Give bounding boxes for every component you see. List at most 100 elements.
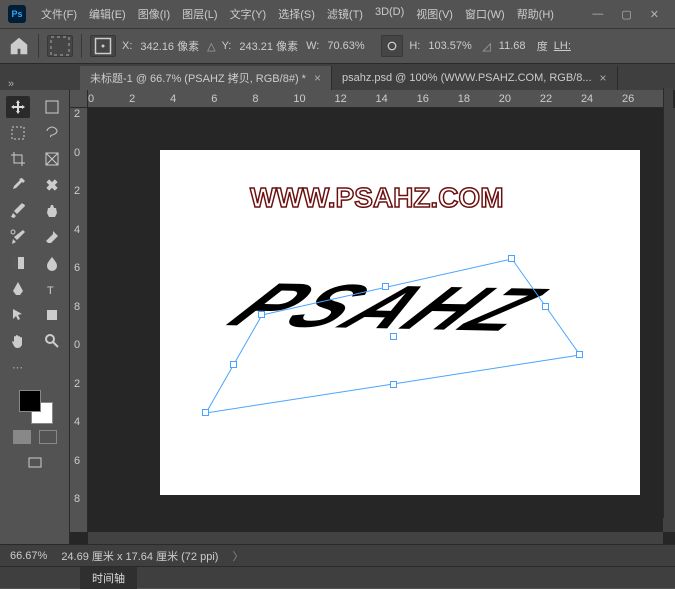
shape-tool[interactable] <box>40 304 64 326</box>
menu-layer[interactable]: 图层(L) <box>177 2 222 26</box>
menu-image[interactable]: 图像(I) <box>133 2 175 26</box>
panel-bar: 时间轴 <box>0 566 675 588</box>
h-label: H: <box>409 40 420 52</box>
tab-active[interactable]: 未标题-1 @ 66.7% (PSAHZ 拷贝, RGB/8#) * × <box>80 66 332 90</box>
transform-handle[interactable] <box>382 283 389 290</box>
zoom-level[interactable]: 66.67% <box>10 550 47 562</box>
transform-handle[interactable] <box>576 351 583 358</box>
transform-handle[interactable] <box>508 255 515 262</box>
zoom-tool[interactable] <box>40 330 64 352</box>
menu-file[interactable]: 文件(F) <box>36 2 82 26</box>
h-value[interactable]: 103.57% <box>426 38 476 54</box>
main-menu: 文件(F) 编辑(E) 图像(I) 图层(L) 文字(Y) 选择(S) 滤镜(T… <box>36 2 592 26</box>
y-value[interactable]: 243.21 像素 <box>237 36 300 56</box>
collapsed-panels[interactable] <box>663 88 673 518</box>
foreground-swatch[interactable] <box>19 390 41 412</box>
maximize-button[interactable]: ▢ <box>621 8 631 21</box>
transform-handle[interactable] <box>202 409 209 416</box>
chevron-right-icon[interactable]: 〉 <box>232 548 243 564</box>
close-icon[interactable]: × <box>600 71 607 85</box>
menu-filter[interactable]: 滤镜(T) <box>322 2 368 26</box>
tab-title: psahz.psd @ 100% (WWW.PSAHZ.COM, RGB/8..… <box>342 72 592 84</box>
angle-value[interactable]: 11.68 <box>497 38 531 54</box>
close-icon[interactable]: × <box>314 71 321 85</box>
ruler-tick: 6 <box>70 262 87 301</box>
app-icon: Ps <box>8 5 26 23</box>
y-label: Y: <box>222 40 232 52</box>
transform-selection[interactable]: PSAHZ <box>182 255 612 425</box>
ruler-tick: 6 <box>70 455 87 494</box>
document-dimensions[interactable]: 24.69 厘米 x 17.64 厘米 (72 ppi) <box>61 548 218 564</box>
tab-inactive[interactable]: psahz.psd @ 100% (WWW.PSAHZ.COM, RGB/8..… <box>332 66 618 90</box>
transform-handle[interactable] <box>542 303 549 310</box>
ruler-tick: 4 <box>70 224 87 263</box>
menu-type[interactable]: 文字(Y) <box>225 2 272 26</box>
transform-handle[interactable] <box>230 361 237 368</box>
frame-tool[interactable] <box>40 148 64 170</box>
quickmask-toggle[interactable] <box>0 430 69 444</box>
w-label: W: <box>306 40 319 52</box>
blur-tool[interactable] <box>40 252 64 274</box>
x-value[interactable]: 342.16 像素 <box>138 36 201 56</box>
w-value[interactable]: 70.63% <box>325 38 375 54</box>
ruler-tick: 10 <box>293 90 334 107</box>
title-bar: Ps 文件(F) 编辑(E) 图像(I) 图层(L) 文字(Y) 选择(S) 滤… <box>0 0 675 28</box>
transform-mode-icon[interactable] <box>47 35 73 57</box>
edit-toolbar-icon[interactable]: ⋯ <box>6 356 30 378</box>
scrollbar-horizontal[interactable] <box>88 532 663 544</box>
window-controls: — ▢ ✕ <box>592 8 667 21</box>
screen-mode-icon[interactable] <box>23 452 47 474</box>
type-tool[interactable]: T <box>40 278 64 300</box>
ruler-tick: 22 <box>540 90 581 107</box>
brush-tool[interactable] <box>6 200 30 222</box>
tabs-dropdown-icon[interactable]: » <box>8 78 22 90</box>
ruler-tick: 14 <box>376 90 417 107</box>
close-button[interactable]: ✕ <box>650 8 659 21</box>
color-swatches[interactable] <box>15 386 55 426</box>
status-bar: 66.67% 24.69 厘米 x 17.64 厘米 (72 ppi) 〉 <box>0 544 675 566</box>
menu-edit[interactable]: 编辑(E) <box>84 2 131 26</box>
foreground-background-swap[interactable] <box>40 356 64 378</box>
artboard-tool[interactable] <box>40 96 64 118</box>
menu-window[interactable]: 窗口(W) <box>460 2 510 26</box>
pen-tool[interactable] <box>6 278 30 300</box>
move-tool[interactable] <box>6 96 30 118</box>
tab-title: 未标题-1 @ 66.7% (PSAHZ 拷贝, RGB/8#) * <box>90 70 306 86</box>
reference-point-icon[interactable] <box>90 35 116 57</box>
crop-tool[interactable] <box>6 148 30 170</box>
hand-tool[interactable] <box>6 330 30 352</box>
path-select-tool[interactable] <box>6 304 30 326</box>
ruler-horizontal[interactable]: 02468101214161820222426 <box>88 90 663 108</box>
eyedropper-tool[interactable] <box>6 174 30 196</box>
history-brush-tool[interactable] <box>6 226 30 248</box>
healing-tool[interactable] <box>40 174 64 196</box>
timeline-tab[interactable]: 时间轴 <box>80 567 137 589</box>
triangle-icon[interactable]: △ <box>207 40 215 53</box>
canvas-area: 02468101214161820222426 20246802468 WWW.… <box>70 90 675 544</box>
link-aspect-icon[interactable] <box>381 35 403 57</box>
marquee-tool[interactable] <box>6 122 30 144</box>
menu-3d[interactable]: 3D(D) <box>370 2 409 26</box>
options-bar: X: 342.16 像素 △ Y: 243.21 像素 W: 70.63% H:… <box>0 28 675 64</box>
ruler-tick: 2 <box>70 185 87 224</box>
gradient-tool[interactable] <box>6 252 30 274</box>
quickmask-mode-icon[interactable] <box>39 430 57 444</box>
menu-view[interactable]: 视图(V) <box>411 2 458 26</box>
minimize-button[interactable]: — <box>592 8 603 21</box>
clone-tool[interactable] <box>40 200 64 222</box>
menu-select[interactable]: 选择(S) <box>273 2 320 26</box>
transform-bounds <box>182 255 612 435</box>
canvas[interactable]: WWW.PSAHZ.COM PSAHZ <box>160 150 640 495</box>
home-icon[interactable] <box>8 35 30 57</box>
ruler-origin[interactable] <box>70 90 88 108</box>
eraser-tool[interactable] <box>40 226 64 248</box>
menu-help[interactable]: 帮助(H) <box>512 2 559 26</box>
standard-mode-icon[interactable] <box>13 430 31 444</box>
transform-handle[interactable] <box>390 381 397 388</box>
ruler-vertical[interactable]: 20246802468 <box>70 108 88 532</box>
transform-handle[interactable] <box>258 311 265 318</box>
transform-center-handle[interactable] <box>390 333 397 340</box>
ruler-tick: 12 <box>334 90 375 107</box>
ruler-tick: 0 <box>88 90 129 107</box>
lasso-tool[interactable] <box>40 122 64 144</box>
